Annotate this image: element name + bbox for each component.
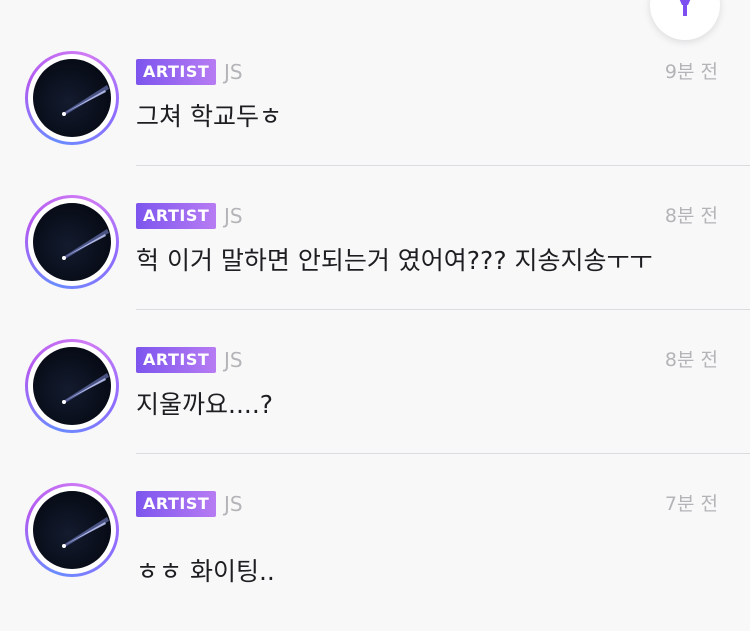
comment-item: ARTIST JS 8분 전 헉 이거 말하면 안되는거 였어여??? 지송지송… (0, 190, 750, 334)
author-name[interactable]: JS (224, 348, 243, 372)
comment-timestamp: 7분 전 (664, 493, 718, 515)
avatar[interactable] (25, 195, 119, 289)
artist-badge: ARTIST (136, 491, 217, 517)
comet-image-icon (62, 517, 109, 548)
comment-text: ㅎㅎ 화이팅.. (136, 557, 275, 586)
comment-text: 지울까요....? (136, 390, 274, 419)
comet-image-icon (62, 85, 109, 116)
divider (136, 453, 750, 454)
lightstick-icon (679, 0, 691, 16)
author-name[interactable]: JS (224, 204, 243, 228)
comment-text: 헉 이거 말하면 안되는거 였어여??? 지송지송ㅜㅜ (136, 246, 653, 275)
comet-image-icon (62, 373, 109, 404)
author-name[interactable]: JS (224, 492, 243, 516)
comment-item: ARTIST JS 7분 전 ㅎㅎ 화이팅.. (0, 478, 750, 622)
comment-text: 그쳐 학교두ㅎ (136, 102, 282, 131)
avatar[interactable] (25, 51, 119, 145)
avatar[interactable] (25, 339, 119, 433)
artist-badge: ARTIST (136, 347, 217, 373)
comment-timestamp: 9분 전 (664, 61, 718, 83)
avatar[interactable] (25, 483, 119, 577)
divider (136, 165, 750, 166)
write-fab-button[interactable] (650, 0, 720, 40)
comment-item: ARTIST JS 9분 전 그쳐 학교두ㅎ (0, 46, 750, 190)
comet-image-icon (62, 229, 109, 260)
comment-timestamp: 8분 전 (664, 349, 718, 371)
author-name[interactable]: JS (224, 60, 243, 84)
artist-badge: ARTIST (136, 203, 217, 229)
comment-timestamp: 8분 전 (664, 205, 718, 227)
comment-item: ARTIST JS 8분 전 지울까요....? (0, 334, 750, 478)
divider (136, 309, 750, 310)
artist-badge: ARTIST (136, 59, 217, 85)
